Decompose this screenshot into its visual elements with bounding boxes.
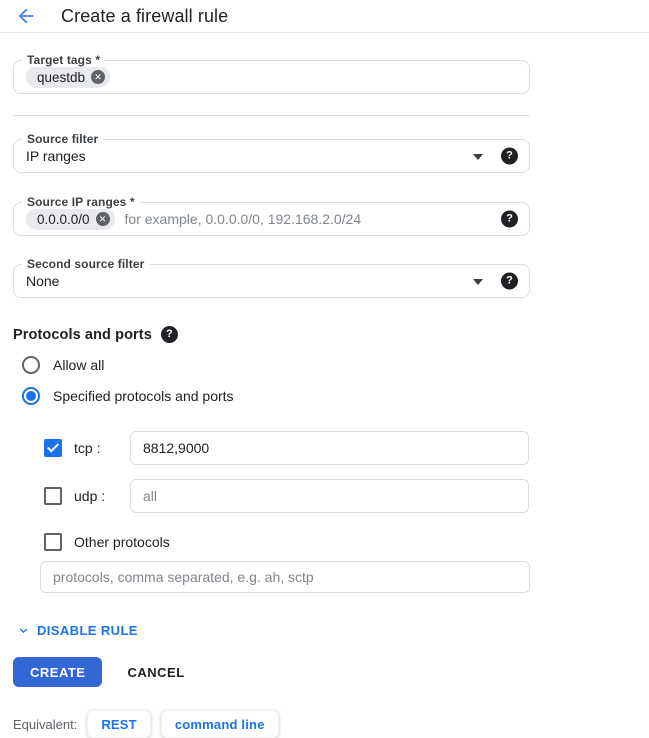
udp-checkbox[interactable] [44, 487, 62, 505]
page-title: Create a firewall rule [61, 6, 228, 27]
radio-allow-all[interactable]: Allow all [22, 356, 543, 374]
udp-ports-input[interactable] [130, 479, 529, 513]
tcp-row: tcp : [44, 431, 543, 465]
target-tags-label: Target tags * [22, 53, 105, 67]
tcp-checkbox[interactable] [44, 439, 62, 457]
source-filter-value: IP ranges [26, 148, 86, 164]
other-protocols-input[interactable] [40, 561, 530, 593]
source-ip-chip-text: 0.0.0.0/0 [37, 212, 90, 227]
source-ip-placeholder: for example, 0.0.0.0/0, 192.168.2.0/24 [125, 211, 362, 227]
target-tag-chip-text: questdb [37, 70, 85, 85]
remove-tag-icon[interactable]: ✕ [91, 70, 105, 84]
remove-ip-icon[interactable]: ✕ [96, 212, 110, 226]
tcp-label: tcp : [74, 440, 130, 456]
caret-down-icon [473, 279, 483, 285]
protocols-help-icon[interactable]: ? [161, 326, 178, 343]
radio-icon[interactable] [22, 356, 40, 374]
other-protocols-checkbox[interactable] [44, 533, 62, 551]
chevron-down-icon [16, 623, 31, 638]
second-source-filter-label: Second source filter [22, 257, 149, 271]
equivalent-label: Equivalent: [13, 717, 77, 732]
disable-rule-label: DISABLE RULE [37, 623, 138, 638]
other-protocols-label: Other protocols [74, 534, 170, 550]
radio-specified-label: Specified protocols and ports [53, 388, 234, 404]
tcp-ports-input[interactable] [130, 431, 529, 465]
radio-specified-protocols[interactable]: Specified protocols and ports [22, 387, 543, 405]
radio-icon[interactable] [22, 387, 40, 405]
arrow-left-icon [15, 5, 37, 27]
target-tags-field[interactable]: Target tags * questdb ✕ [13, 60, 530, 94]
back-button[interactable] [14, 4, 38, 28]
udp-row: udp : [44, 479, 543, 513]
source-ip-ranges-field[interactable]: Source IP ranges * 0.0.0.0/0 ✕ for examp… [13, 202, 530, 236]
create-button[interactable]: CREATE [13, 657, 102, 687]
form-content: Target tags * questdb ✕ Source filter IP… [0, 60, 543, 738]
source-filter-label: Source filter [22, 132, 103, 146]
second-source-filter-select[interactable]: Second source filter None ? [13, 264, 530, 298]
other-protocols-row: Other protocols [44, 533, 543, 551]
rest-button[interactable]: REST [87, 710, 150, 738]
action-buttons: CREATE CANCEL [13, 657, 543, 687]
command-line-button[interactable]: command line [161, 710, 279, 738]
section-divider [13, 115, 530, 116]
udp-label: udp : [74, 488, 130, 504]
target-tag-chip: questdb ✕ [26, 66, 110, 88]
radio-allow-all-label: Allow all [53, 357, 104, 373]
disable-rule-toggle[interactable]: DISABLE RULE [16, 623, 543, 638]
caret-down-icon [473, 154, 483, 160]
cancel-button[interactable]: CANCEL [127, 665, 184, 680]
create-firewall-rule-page: Create a firewall rule Target tags * que… [0, 0, 649, 738]
second-source-filter-value: None [26, 273, 59, 289]
source-filter-select[interactable]: Source filter IP ranges ? [13, 139, 530, 173]
source-ip-help-icon[interactable]: ? [501, 211, 518, 228]
equivalent-row: Equivalent: REST command line [13, 710, 543, 738]
page-header: Create a firewall rule [0, 0, 649, 33]
source-ip-ranges-label: Source IP ranges * [22, 195, 140, 209]
second-source-filter-help-icon[interactable]: ? [501, 273, 518, 290]
protocols-heading-text: Protocols and ports [13, 327, 152, 343]
protocols-and-ports-heading: Protocols and ports ? [13, 326, 543, 343]
source-ip-chip: 0.0.0.0/0 ✕ [26, 208, 115, 230]
source-filter-help-icon[interactable]: ? [501, 148, 518, 165]
